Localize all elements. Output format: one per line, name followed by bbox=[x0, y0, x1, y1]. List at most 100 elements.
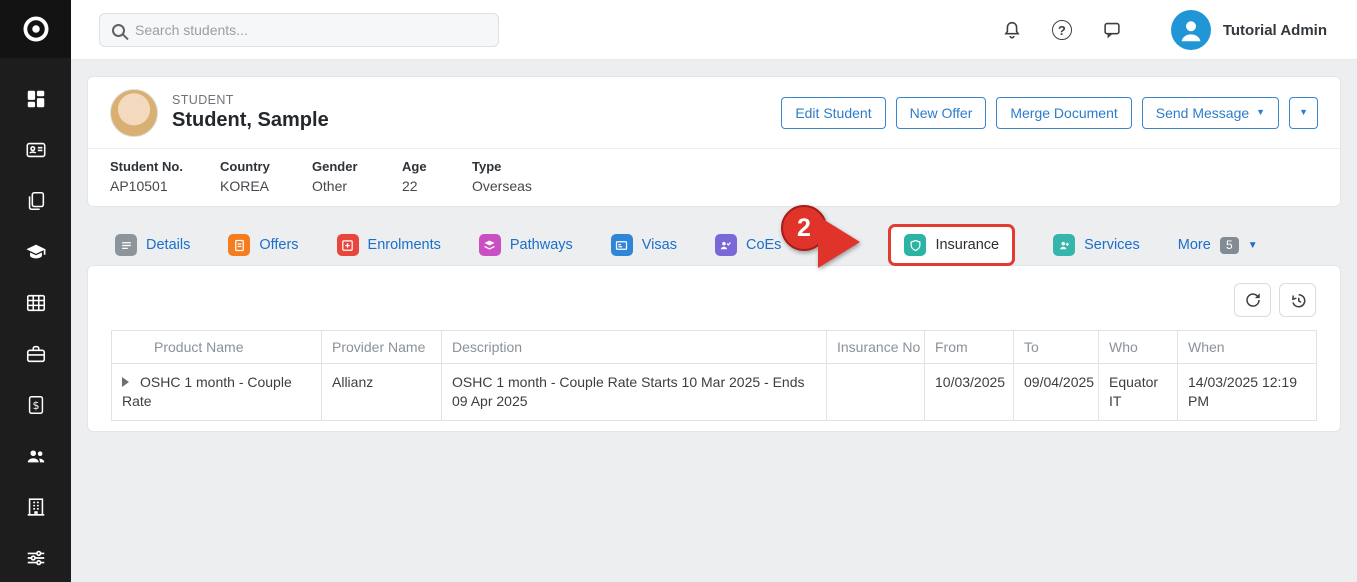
col-when[interactable]: When bbox=[1178, 331, 1317, 364]
bank-columns-icon bbox=[819, 234, 841, 256]
building-icon bbox=[25, 496, 47, 518]
sidebar-item-students[interactable] bbox=[23, 137, 49, 163]
col-insurance-no[interactable]: Insurance No bbox=[827, 331, 925, 364]
student-avatar bbox=[110, 89, 158, 137]
edit-student-button[interactable]: Edit Student bbox=[781, 97, 885, 129]
sidebar-item-dashboard[interactable] bbox=[23, 86, 49, 112]
col-product-name[interactable]: Product Name bbox=[112, 331, 322, 364]
cell-who: Equator IT bbox=[1099, 364, 1178, 421]
briefcase-icon bbox=[25, 343, 47, 365]
user-menu[interactable]: Tutorial Admin bbox=[1171, 10, 1327, 50]
sidebar-item-agents[interactable] bbox=[23, 341, 49, 367]
row-expand-icon[interactable] bbox=[122, 377, 129, 387]
graduation-cap-icon bbox=[25, 241, 47, 263]
cell-when: 14/03/2025 12:19 PM bbox=[1178, 364, 1317, 421]
help-icon: ? bbox=[1052, 20, 1072, 40]
sidebar-item-invoices[interactable]: $ bbox=[23, 392, 49, 418]
insurance-shield-icon bbox=[904, 234, 926, 256]
sidebar-item-timetables[interactable] bbox=[23, 290, 49, 316]
tab-pathways[interactable]: Pathways bbox=[479, 234, 573, 256]
help-button[interactable]: ? bbox=[1049, 17, 1075, 43]
invoice-dollar-icon: $ bbox=[25, 394, 47, 416]
insurance-table: Product Name Provider Name Description I… bbox=[111, 330, 1317, 421]
cell-from: 10/03/2025 bbox=[925, 364, 1014, 421]
student-names: STUDENT Student, Sample bbox=[172, 93, 329, 132]
history-button[interactable] bbox=[1279, 283, 1316, 317]
user-avatar-icon bbox=[1171, 10, 1211, 50]
sidebar-item-staff[interactable] bbox=[23, 443, 49, 469]
sidebar-item-settings[interactable] bbox=[23, 545, 49, 571]
col-who[interactable]: Who bbox=[1099, 331, 1178, 364]
send-message-button[interactable]: Send Message▼ bbox=[1142, 97, 1279, 129]
topbar-actions: ? Tutorial Admin bbox=[999, 0, 1327, 60]
tab-details[interactable]: Details bbox=[115, 234, 190, 256]
student-name: Student, Sample bbox=[172, 109, 329, 132]
refresh-button[interactable] bbox=[1234, 283, 1271, 317]
new-offer-button[interactable]: New Offer bbox=[896, 97, 987, 129]
insurance-panel: Product Name Provider Name Description I… bbox=[87, 265, 1341, 432]
people-icon bbox=[25, 445, 47, 467]
settings-sliders-icon bbox=[25, 547, 47, 569]
search-icon bbox=[112, 24, 125, 37]
col-description[interactable]: Description bbox=[442, 331, 827, 364]
table-grid-icon bbox=[25, 292, 47, 314]
sidebar-item-campus[interactable] bbox=[23, 494, 49, 520]
cell-product-name: OSHC 1 month - Couple Rate bbox=[112, 364, 322, 421]
panel-toolbar bbox=[1234, 283, 1316, 317]
chevron-down-icon: ▼ bbox=[1299, 108, 1308, 117]
student-actions: Edit Student New Offer Merge Document Se… bbox=[781, 97, 1318, 129]
history-icon bbox=[1289, 291, 1307, 309]
notifications-bell-icon bbox=[1001, 19, 1023, 41]
chevron-down-icon: ▼ bbox=[1248, 240, 1258, 251]
refresh-icon bbox=[1244, 291, 1262, 309]
sidebar-item-documents[interactable] bbox=[23, 188, 49, 214]
tab-offers[interactable]: Offers bbox=[228, 234, 298, 256]
sidebar-nav: $ bbox=[23, 86, 49, 571]
tab-more[interactable]: More 5 ▼ bbox=[1178, 237, 1258, 254]
tab-insurance[interactable]: Insurance bbox=[888, 224, 1015, 266]
top-bar: ? Tutorial Admin bbox=[71, 0, 1357, 60]
student-info-row: Student No. AP10501 Country KOREA Gender… bbox=[88, 149, 1340, 206]
notifications-button[interactable] bbox=[999, 17, 1025, 43]
col-provider-name[interactable]: Provider Name bbox=[322, 331, 442, 364]
tab-coes[interactable]: CoEs bbox=[715, 234, 781, 256]
chat-button[interactable] bbox=[1099, 17, 1125, 43]
student-card-icon bbox=[25, 139, 47, 161]
app-logo[interactable] bbox=[0, 0, 71, 58]
visa-card-icon bbox=[611, 234, 633, 256]
user-name: Tutorial Admin bbox=[1223, 22, 1327, 39]
tab-enrolments[interactable]: Enrolments bbox=[337, 234, 441, 256]
student-search[interactable] bbox=[99, 13, 499, 47]
info-type: Type Overseas bbox=[472, 159, 532, 194]
dashboard-icon bbox=[25, 88, 47, 110]
details-icon bbox=[115, 234, 137, 256]
col-to[interactable]: To bbox=[1014, 331, 1099, 364]
app-sidebar: $ bbox=[0, 0, 71, 582]
enrolment-plus-icon bbox=[337, 234, 359, 256]
offer-document-icon bbox=[228, 234, 250, 256]
documents-icon bbox=[25, 190, 47, 212]
pathways-layers-icon bbox=[479, 234, 501, 256]
info-country: Country KOREA bbox=[220, 159, 312, 194]
person-check-icon bbox=[715, 234, 737, 256]
table-row: OSHC 1 month - Couple Rate Allianz OSHC … bbox=[112, 364, 1317, 421]
info-age: Age 22 bbox=[402, 159, 472, 194]
more-actions-dropdown-button[interactable]: ▼ bbox=[1289, 97, 1318, 129]
info-gender: Gender Other bbox=[312, 159, 402, 194]
tab-services[interactable]: Services bbox=[1053, 234, 1140, 256]
col-from[interactable]: From bbox=[925, 331, 1014, 364]
student-header-top: STUDENT Student, Sample Edit Student New… bbox=[88, 77, 1340, 149]
student-header-card: STUDENT Student, Sample Edit Student New… bbox=[87, 76, 1341, 207]
cell-description: OSHC 1 month - Couple Rate Starts 10 Mar… bbox=[442, 364, 827, 421]
cell-insurance-no bbox=[827, 364, 925, 421]
merge-document-button[interactable]: Merge Document bbox=[996, 97, 1131, 129]
search-input[interactable] bbox=[135, 22, 486, 38]
student-type-label: STUDENT bbox=[172, 93, 329, 107]
tab-visas[interactable]: Visas bbox=[611, 234, 677, 256]
info-student-no: Student No. AP10501 bbox=[110, 159, 220, 194]
cell-provider-name: Allianz bbox=[322, 364, 442, 421]
app-logo-swirl-icon bbox=[21, 14, 51, 44]
sidebar-item-courses[interactable] bbox=[23, 239, 49, 265]
tab-obscured[interactable] bbox=[819, 234, 850, 256]
cell-to: 09/04/2025 bbox=[1014, 364, 1099, 421]
